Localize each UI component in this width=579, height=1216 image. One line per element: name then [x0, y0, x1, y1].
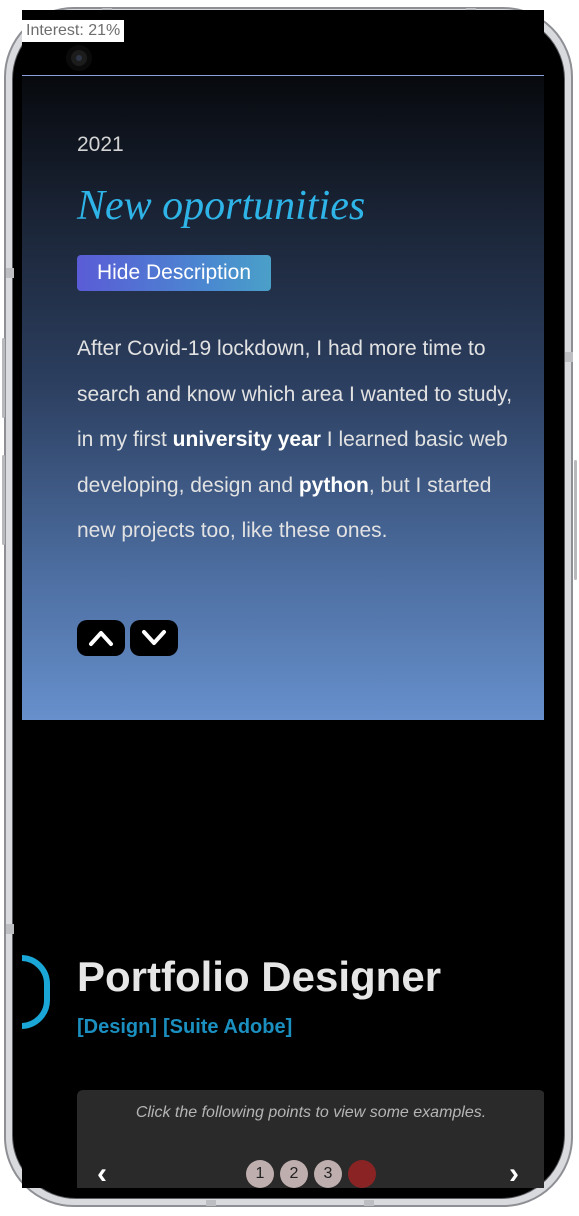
timeline-title: New oportunities: [77, 183, 366, 229]
carousel-dot-3[interactable]: 3: [314, 1160, 342, 1188]
front-camera: [66, 45, 92, 71]
chevron-up-icon: [89, 631, 113, 646]
carousel-dot-1[interactable]: 1: [246, 1160, 274, 1188]
timeline-description: After Covid-19 lockdown, I had more time…: [77, 326, 527, 554]
frame-antenna-line: [206, 1200, 216, 1206]
carousel-next-button[interactable]: ›: [509, 1157, 519, 1188]
portfolio-tags: [Design] [Suite Adobe]: [77, 1016, 298, 1039]
carousel-dot-active[interactable]: [348, 1160, 376, 1188]
carousel-dot-2[interactable]: 2: [280, 1160, 308, 1188]
examples-hint: Click the following points to view some …: [135, 1104, 487, 1121]
scroll-up-button[interactable]: [77, 620, 125, 656]
tag-design: [Design]: [77, 1016, 157, 1038]
description-highlight: university year: [172, 428, 321, 451]
side-button-left-1: [2, 338, 5, 418]
side-button-left-2: [2, 455, 5, 545]
timeline-marker: [22, 955, 50, 1029]
frame-antenna-line: [364, 1200, 374, 1206]
description-highlight: python: [298, 473, 369, 497]
tag-suite-adobe: [Suite Adobe]: [163, 1016, 293, 1038]
frame-antenna-line: [6, 268, 14, 278]
frame-antenna-line: [565, 352, 573, 362]
side-button-right: [574, 460, 577, 580]
frame-antenna-line: [6, 924, 14, 934]
interest-readout: Interest: 21%: [22, 20, 125, 42]
timeline-year: 2021: [77, 133, 124, 156]
chevron-down-icon: [142, 630, 166, 645]
app-screen: 2021 New oportunities Hide Description A…: [22, 10, 544, 1188]
section-divider: [22, 75, 544, 76]
carousel-prev-button[interactable]: ‹: [97, 1157, 107, 1188]
portfolio-title: Portfolio Designer: [77, 953, 442, 1000]
hide-description-button[interactable]: Hide Description: [77, 255, 271, 291]
scroll-down-button[interactable]: [130, 620, 178, 656]
examples-carousel: Click the following points to view some …: [77, 1090, 544, 1188]
